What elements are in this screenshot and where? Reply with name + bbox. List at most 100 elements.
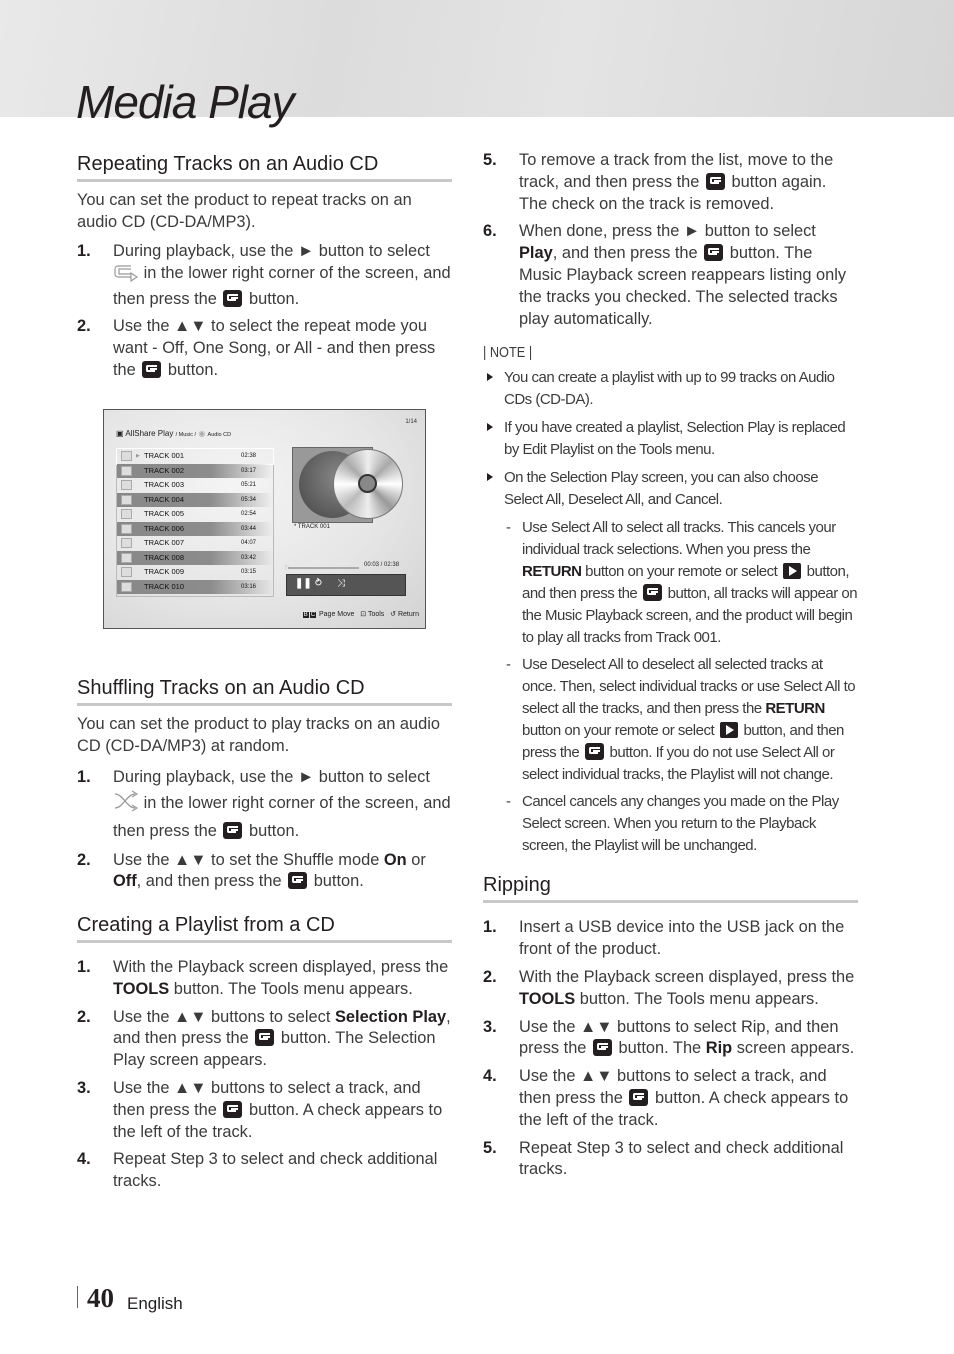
pause-icon[interactable]: ❚❚ <box>295 578 312 589</box>
track-row[interactable]: ▶ TRACK 001 02:38 <box>116 448 274 465</box>
step-text: Repeat Step 3 to select and check additi… <box>113 1150 438 1191</box>
shuffle-icon[interactable]: ⤨ <box>337 578 345 589</box>
step-item: 2. With the Playback screen displayed, p… <box>483 967 858 1011</box>
timecode: 00:03 / 02:38 <box>364 562 400 568</box>
step-text: button. The <box>618 1039 702 1058</box>
dash: - <box>506 793 511 811</box>
screen-help-bar: BC Page Move ⊡ Tools ↺ Return <box>302 610 419 618</box>
subnote-item: - Use Select All to select all tracks. T… <box>504 517 858 649</box>
option-off: Off <box>113 872 137 891</box>
note-item: You can create a playlist with up to 99 … <box>483 367 858 411</box>
track-row[interactable]: TRACK 010 03:16 <box>117 579 273 594</box>
step-number: 1. <box>77 768 91 786</box>
step-list-continued: 5. To remove a track from the list, move… <box>483 150 858 330</box>
note-text: On the Selection Play screen, you can al… <box>504 469 819 509</box>
track-thumb-icon <box>121 567 132 577</box>
page-indicator: 1/14 <box>405 419 417 425</box>
step-text: With the Playback screen displayed, pres… <box>519 967 855 986</box>
track-name: TRACK 001 <box>144 451 185 460</box>
step-text: button. The Tools menu appears. <box>579 989 819 1008</box>
note-list: You can create a playlist with up to 99 … <box>483 367 858 857</box>
track-row[interactable]: TRACK 009 03:15 <box>117 565 273 580</box>
track-thumb-icon <box>121 552 132 563</box>
step-item: 3. Use the ▲▼ buttons to select Rip, and… <box>483 1017 858 1061</box>
step-number: 2. <box>77 850 91 869</box>
section-heading: Creating a Playlist from a CD <box>77 911 452 944</box>
section-repeat: Repeating Tracks on an Audio CD You can … <box>77 150 452 382</box>
step-text: During playback, use the ► button to sel… <box>113 242 430 260</box>
step-number: 2. <box>483 967 497 986</box>
step-bold: Selection Play <box>334 1007 447 1026</box>
album-art <box>292 447 403 523</box>
track-row[interactable]: TRACK 005 02:54 <box>117 507 273 522</box>
enter-button-icon <box>629 1088 649 1106</box>
note-label: | NOTE | <box>483 344 533 362</box>
section-intro: You can set the product to repeat tracks… <box>77 191 412 231</box>
step-item: 5. Repeat Step 3 to select and check add… <box>483 1138 858 1182</box>
step-number: 3. <box>483 1017 497 1036</box>
left-column: Repeating Tracks on an Audio CD You can … <box>77 150 452 388</box>
return-icon: ↺ <box>390 611 397 618</box>
step-item: 1. During playback, use the ► button to … <box>77 241 452 310</box>
track-duration: 03:17 <box>241 467 257 474</box>
step-number: 5. <box>483 1138 497 1157</box>
repeat-icon[interactable]: ⥁ <box>315 578 322 589</box>
step-text: Use the ▲▼ to select the repeat mode you… <box>113 317 436 379</box>
track-name: TRACK 002 <box>144 465 185 475</box>
subnote-item: - Use Deselect All to deselect all selec… <box>504 654 858 786</box>
footer-divider <box>77 1286 78 1308</box>
breadcrumb-path: Audio CD <box>207 432 232 438</box>
track-row[interactable]: TRACK 004 05:34 <box>117 492 273 507</box>
page-move-label: Page Move <box>319 611 355 618</box>
step-text: button. The Tools menu appears. <box>173 979 413 998</box>
step-number: 1. <box>483 918 497 937</box>
step-bold: TOOLS <box>113 979 170 998</box>
enter-button-icon <box>584 743 604 761</box>
step-text: Use the ▲▼ buttons to select <box>113 1007 331 1026</box>
step-number: 1. <box>77 242 91 260</box>
track-name: TRACK 007 <box>144 538 185 547</box>
section-ripping: Ripping 1. Insert a USB device into the … <box>483 871 858 1181</box>
track-thumb-icon <box>121 509 132 519</box>
option-on: On <box>383 850 407 869</box>
screen-breadcrumb: ▣ AllShare Play / Music / ◉ Audio CD <box>116 429 231 438</box>
right-column: 5. To remove a track from the list, move… <box>483 150 858 1187</box>
progress-bar[interactable] <box>287 567 359 569</box>
track-row[interactable]: TRACK 007 04:07 <box>117 536 273 551</box>
track-name: TRACK 008 <box>144 552 185 562</box>
track-name: TRACK 010 <box>144 581 185 591</box>
step-text: screen appears. <box>736 1039 855 1058</box>
track-duration: 02:38 <box>241 453 257 459</box>
step-text: During playback, use the ► button to sel… <box>113 768 430 786</box>
step-text: button. <box>249 289 300 308</box>
play-button-icon <box>782 563 801 580</box>
play-button-icon <box>719 722 738 739</box>
section-intro: You can set the product to play tracks o… <box>77 715 440 755</box>
enter-button-icon <box>223 289 243 307</box>
playing-icon: ▶ <box>136 453 140 459</box>
track-name: TRACK 009 <box>144 567 185 576</box>
step-item: 4. Repeat Step 3 to select and check add… <box>77 1149 452 1193</box>
disc-icon: ◉ <box>198 429 206 438</box>
track-row[interactable]: TRACK 008 03:42 <box>117 550 273 565</box>
step-item: 6. When done, press the ► button to sele… <box>483 221 858 330</box>
dash: - <box>506 656 511 674</box>
key-c: C <box>309 612 317 618</box>
step-bold: Rip <box>705 1039 733 1058</box>
subnote-text: button on your remote or select <box>522 722 715 740</box>
track-row[interactable]: TRACK 003 05:21 <box>117 478 273 493</box>
music-playback-screenshot: 1/14 ▣ AllShare Play / Music / ◉ Audio C… <box>103 409 426 629</box>
enter-button-icon <box>142 360 162 378</box>
section-heading: Repeating Tracks on an Audio CD <box>77 150 452 182</box>
step-number: 2. <box>77 317 91 336</box>
step-list: 1. During playback, use the ► button to … <box>77 765 452 893</box>
track-row[interactable]: TRACK 002 03:17 <box>117 463 273 478</box>
shuffle-icon <box>113 789 139 820</box>
track-duration: 02:54 <box>241 511 257 517</box>
step-number: 6. <box>483 222 497 241</box>
step-text: When done, press the ► button to select <box>519 222 816 241</box>
enter-button-icon <box>255 1029 275 1047</box>
track-thumb-icon <box>121 538 132 548</box>
track-name: TRACK 005 <box>144 509 185 518</box>
track-row[interactable]: TRACK 006 03:44 <box>117 521 273 536</box>
